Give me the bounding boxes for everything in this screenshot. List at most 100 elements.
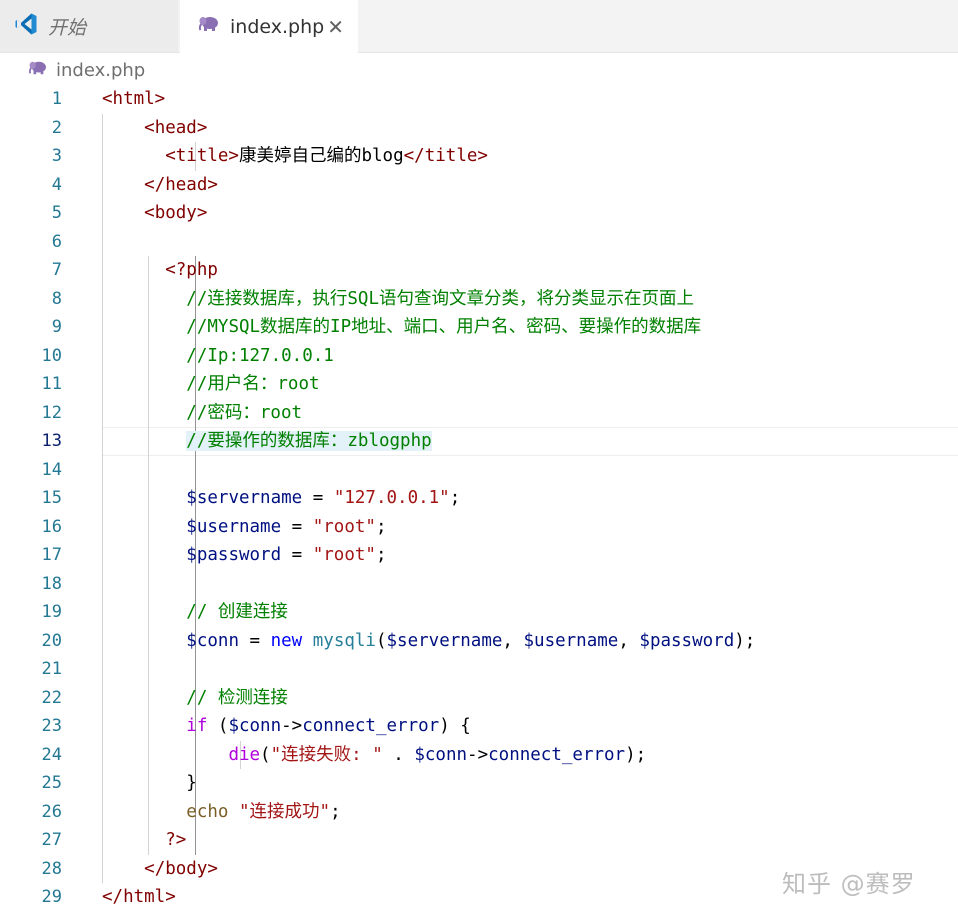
line-number: 25 [41,773,62,793]
line-number: 28 [41,858,62,879]
code-token: ( [207,716,229,736]
code-token: } [186,773,197,793]
code-line[interactable]: 16 $username = "root"; [0,513,958,542]
code-line[interactable]: 14 [0,456,958,485]
code-line[interactable]: 19 // 创建连接 [0,598,958,627]
line-number: 9 [51,317,62,337]
code-line[interactable]: 20 $conn = new mysqli($servername, $user… [0,627,958,656]
code-token: new [270,630,303,651]
code-line[interactable]: 11 //用户名：root [0,370,958,399]
tab-welcome[interactable]: 开始 [0,0,178,52]
code-token: connect_error [488,744,626,765]
code-line[interactable]: 4 </head> [0,171,958,200]
code-token: "连接失败: " [270,744,383,765]
code-line[interactable]: 10 //Ip:127.0.0.1 [0,342,958,371]
code-line[interactable]: 22 // 检测连接 [0,684,958,713]
line-number: 27 [41,830,62,850]
code-line[interactable]: 25 } [0,769,958,798]
code-line[interactable]: 12 //密码：root [0,399,958,428]
code-line[interactable]: 8 //连接数据库，执行SQL语句查询文章分类，将分类显示在页面上 [0,285,958,314]
code-line[interactable]: 18 [0,570,958,599]
code-line[interactable]: 23 if ($conn->connect_error) { [0,712,958,741]
code-token: "root" [312,545,376,565]
breadcrumb[interactable]: index.php [28,58,145,82]
code-text: //密码：root [102,399,302,428]
code-token: //密码：root [186,402,303,423]
code-line[interactable]: 2 <head> [0,114,958,143]
code-token: ); [734,630,756,651]
code-line[interactable]: 6 [0,228,958,257]
line-number: 15 [41,488,62,508]
line-number: 11 [41,374,62,394]
line-number: 22 [41,687,62,708]
code-token: //用户名：root [186,374,320,394]
code-token: $conn [228,716,282,736]
line-number: 4 [51,174,62,195]
code-editor[interactable]: 1 <html> 2 <head> 3 <title>康美婷自己编的blog</tit… [0,85,958,921]
code-text: </html> [102,883,176,912]
line-number: 19 [41,602,62,622]
code-text: <?php [102,256,218,285]
line-number: 5 [51,203,62,223]
code-token: , [502,630,524,651]
code-line[interactable]: 3 <title>康美婷自己编的blog</title> [0,142,958,171]
code-token: = [281,516,313,537]
line-number: 13 [41,431,62,451]
code-token: //要操作的数据库：zblogphp [186,431,432,451]
code-token: -> [467,744,489,765]
code-line[interactable]: 27 ?> [0,826,958,855]
code-token: die [228,744,261,765]
code-token: echo [186,801,229,822]
code-line[interactable]: 21 [0,655,958,684]
code-token: "127.0.0.1" [333,488,450,508]
line-number: 18 [41,573,62,594]
code-token: // 检测连接 [186,687,288,708]
tab-bar: 开始 index.php ✕ [0,0,958,53]
code-line[interactable]: 9 //MYSQL数据库的IP地址、端口、用户名、密码、要操作的数据库 [0,313,958,342]
code-token: </body> [144,858,218,879]
close-icon[interactable]: ✕ [327,17,344,37]
code-token: $username [186,516,282,537]
line-number: 24 [41,744,62,765]
tab-welcome-label: 开始 [48,16,87,39]
code-line[interactable]: 17 $password = "root"; [0,541,958,570]
code-text: $username = "root"; [102,513,386,542]
code-text: if ($conn->connect_error) { [102,712,471,741]
code-line[interactable]: 13 //要操作的数据库：zblogphp [0,427,958,456]
code-token: ( [375,630,387,651]
line-number: 20 [41,630,62,651]
code-line[interactable]: 15 $servername = "127.0.0.1"; [0,484,958,513]
code-text: die("连接失败: " . $conn->connect_error); [102,741,646,770]
line-number: 8 [51,288,62,309]
code-line[interactable]: 26 echo "连接成功"; [0,798,958,827]
code-token: if [186,716,208,736]
code-token: $conn [186,630,239,651]
code-text: $servername = "127.0.0.1"; [102,484,460,513]
code-token: //Ip:127.0.0.1 [186,345,334,366]
code-text: <title>康美婷自己编的blog</title> [102,142,488,171]
code-line[interactable]: 1 <html> [0,85,958,114]
line-number: 29 [41,887,62,907]
code-token: ; [449,488,461,508]
code-token: ; [375,545,387,565]
code-text: //要操作的数据库：zblogphp [102,427,432,456]
code-token: <html> [102,89,166,109]
code-line[interactable]: 7 <?php [0,256,958,285]
line-number: 17 [41,545,62,565]
vscode-logo-icon [14,12,38,41]
code-line[interactable]: 5 <body> [0,199,958,228]
code-token: //MYSQL数据库的IP地址、端口、用户名、密码、要操作的数据库 [186,317,702,337]
code-line[interactable]: 24 die("连接失败: " . $conn->connect_error); [0,741,958,770]
tab-index-php[interactable]: index.php ✕ [180,0,358,53]
line-number: 12 [41,402,62,423]
php-elephant-icon [28,60,48,81]
code-token: $username [523,630,619,651]
